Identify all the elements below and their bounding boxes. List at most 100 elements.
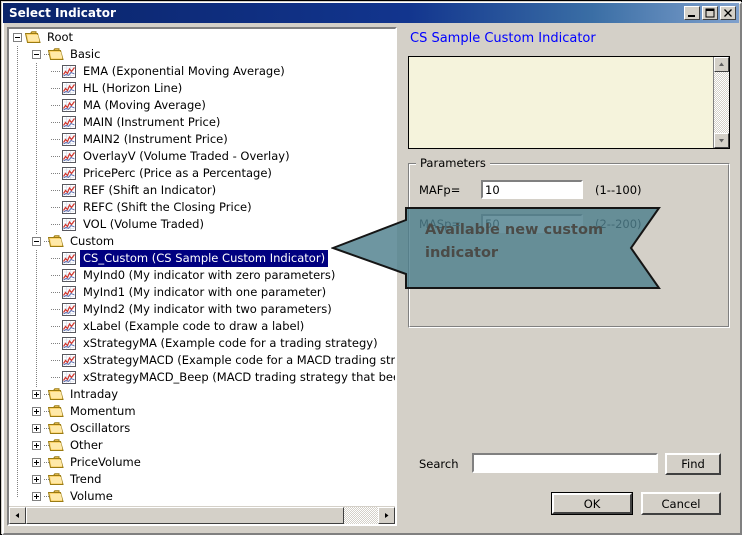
indicator-tree[interactable]: Root Basic EMA (Exponential Moving Average… (9, 29, 395, 507)
search-input[interactable] (472, 453, 658, 473)
collapse-icon[interactable] (32, 237, 41, 246)
collapse-icon[interactable] (13, 33, 22, 42)
tree-guide-line (36, 250, 37, 387)
tree-horizontal-scrollbar[interactable] (9, 506, 395, 524)
tree-item-row[interactable]: EMA (Exponential Moving Average) (9, 63, 395, 80)
tree-folder-row[interactable]: Volume (9, 488, 395, 505)
tree-item-label: Trend (70, 472, 102, 486)
description-vertical-scrollbar[interactable] (713, 57, 729, 148)
tree-item-label: CS_Custom (CS Sample Custom Indicator) (80, 250, 329, 267)
expand-icon[interactable] (32, 390, 41, 399)
parameter-label-mafp: MAFp= (419, 182, 461, 197)
expand-icon[interactable] (32, 458, 41, 467)
scroll-down-button[interactable] (714, 133, 729, 148)
tree-connector (51, 63, 61, 80)
tree-item-row[interactable]: MA (Moving Average) (9, 97, 395, 114)
tree-folder-row[interactable]: PriceVolume (9, 454, 395, 471)
tree-item-row[interactable]: CS_Custom (CS Sample Custom Indicator) (9, 250, 395, 267)
tree-connector (51, 369, 61, 386)
tree-item-label: EMA (Exponential Moving Average) (83, 64, 285, 78)
find-button[interactable]: Find (665, 453, 721, 475)
tree-item-row[interactable]: MyInd1 (My indicator with one parameter) (9, 284, 395, 301)
tree-item-row[interactable]: MyInd2 (My indicator with two parameters… (9, 301, 395, 318)
scroll-up-button[interactable] (714, 57, 729, 72)
tree-item-row[interactable]: PricePerc (Price as a Percentage) (9, 165, 395, 182)
tree-item-row[interactable]: VOL (Volume Traded) (9, 216, 395, 233)
tree-item-label: VOL (Volume Traded) (83, 217, 204, 231)
tree-item-label: Oscillators (70, 421, 131, 435)
expand-icon[interactable] (32, 475, 41, 484)
tree-item-row[interactable]: MAIN2 (Instrument Price) (9, 131, 395, 148)
folder-icon (47, 235, 64, 248)
tree-connector (51, 318, 61, 335)
tree-folder-row[interactable]: Trend (9, 471, 395, 488)
tree-folder-row[interactable]: Custom (9, 233, 395, 250)
minimize-button[interactable] (684, 6, 700, 20)
tree-item-row[interactable]: MAIN (Instrument Price) (9, 114, 395, 131)
chart-icon (61, 116, 77, 129)
chart-icon (61, 184, 77, 197)
tree-folder-row[interactable]: Other (9, 437, 395, 454)
scroll-track[interactable] (26, 507, 378, 524)
scroll-right-button[interactable] (378, 507, 395, 524)
tree-connector (51, 335, 61, 352)
chart-icon (61, 82, 77, 95)
folder-icon (47, 422, 64, 435)
scroll-thumb[interactable] (26, 507, 344, 524)
tree-connector (51, 131, 61, 148)
title-bar[interactable]: Select Indicator (3, 3, 739, 23)
tree-item-row[interactable]: HL (Horizon Line) (9, 80, 395, 97)
ok-button-label: OK (583, 496, 601, 511)
scroll-left-button[interactable] (9, 507, 26, 524)
tree-item-row[interactable]: OverlayV (Volume Traded - Overlay) (9, 148, 395, 165)
tree-item-row[interactable]: xStrategyMACD (Example code for a MACD t… (9, 352, 395, 369)
tree-connector (51, 250, 61, 267)
folder-icon (47, 490, 64, 503)
tree-item-label: xStrategyMACD (Example code for a MACD t… (83, 353, 395, 367)
parameter-row-masp: MASp= (2--200) (419, 214, 642, 233)
tree-folder-row[interactable]: Intraday (9, 386, 395, 403)
parameter-input-mafp[interactable] (481, 180, 583, 199)
select-indicator-dialog: Select Indicator Root Basic EMA (Exponenti… (0, 0, 742, 535)
tree-connector (51, 352, 61, 369)
chart-icon (61, 167, 77, 180)
expand-icon[interactable] (32, 441, 41, 450)
tree-item-row[interactable]: REFC (Shift the Closing Price) (9, 199, 395, 216)
tree-item-label: OverlayV (Volume Traded - Overlay) (83, 149, 290, 163)
tree-item-label: MyInd1 (My indicator with one parameter) (83, 285, 327, 299)
folder-icon (47, 48, 64, 61)
folder-icon (47, 439, 64, 452)
folder-icon (47, 388, 64, 401)
collapse-icon[interactable] (32, 50, 41, 59)
tree-item-row[interactable]: REF (Shift an Indicator) (9, 182, 395, 199)
expand-icon[interactable] (32, 492, 41, 501)
maximize-button[interactable] (702, 6, 718, 20)
tree-connector (51, 182, 61, 199)
description-text[interactable] (409, 57, 713, 148)
tree-folder-row[interactable]: Momentum (9, 403, 395, 420)
chart-icon (61, 269, 77, 282)
tree-folder-row[interactable]: Root (9, 29, 395, 46)
close-button[interactable] (720, 6, 736, 20)
expand-icon[interactable] (32, 424, 41, 433)
tree-item-row[interactable]: xStrategyMACD_Beep (MACD trading strateg… (9, 369, 395, 386)
cancel-button[interactable]: Cancel (641, 492, 721, 515)
tree-folder-row[interactable]: Basic (9, 46, 395, 63)
tree-connector (51, 199, 61, 216)
folder-icon (47, 473, 64, 486)
tree-item-row[interactable]: MyInd0 (My indicator with zero parameter… (9, 267, 395, 284)
parameter-input-masp[interactable] (481, 214, 583, 233)
description-box[interactable] (408, 56, 730, 149)
tree-folder-row[interactable]: Oscillators (9, 420, 395, 437)
tree-item-row[interactable]: xLabel (Example code to draw a label) (9, 318, 395, 335)
tree-connector (51, 165, 61, 182)
tree-item-row[interactable]: xStrategyMA (Example code for a trading … (9, 335, 395, 352)
tree-item-label: REF (Shift an Indicator) (83, 183, 217, 197)
tree-connector (51, 284, 61, 301)
ok-button[interactable]: OK (551, 492, 633, 515)
expand-icon[interactable] (32, 407, 41, 416)
tree-item-label: xLabel (Example code to draw a label) (83, 319, 305, 333)
indicator-tree-panel[interactable]: Root Basic EMA (Exponential Moving Average… (7, 27, 397, 526)
tree-item-label: MAIN (Instrument Price) (83, 115, 221, 129)
tree-item-label: MyInd2 (My indicator with two parameters… (83, 302, 332, 316)
